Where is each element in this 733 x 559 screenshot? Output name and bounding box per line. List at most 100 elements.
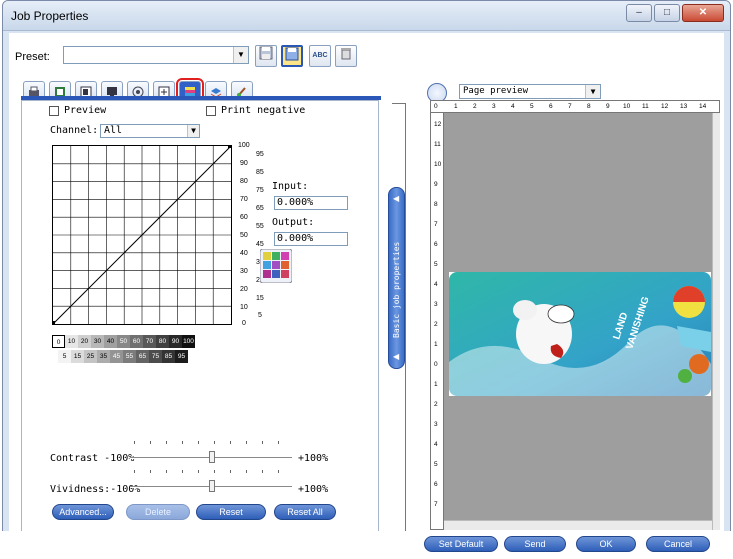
gray-scale-bottom: 5 15 25 35 45 55 65 75 85 95 bbox=[58, 350, 188, 363]
vividness-max-label: +100% bbox=[298, 484, 329, 495]
abc-icon: ABC bbox=[312, 52, 328, 59]
ruler-label: 6 bbox=[434, 481, 438, 488]
send-button[interactable]: Send bbox=[504, 536, 566, 552]
ruler-label: 5 bbox=[434, 261, 438, 268]
scale-label: 20 bbox=[240, 286, 248, 293]
chevron-down-icon[interactable]: ▼ bbox=[233, 47, 248, 63]
gray-step: 70 bbox=[143, 335, 156, 348]
artwork-preview[interactable]: LAND VANISHING bbox=[449, 272, 711, 396]
scale-label: 85 bbox=[256, 169, 264, 176]
footer-bar: Set Default Send OK Cancel bbox=[0, 531, 733, 559]
gray-scale-top: 0 10 20 30 40 50 60 70 80 90 100 bbox=[52, 335, 195, 348]
gray-step: 0 bbox=[52, 335, 65, 348]
floppy-save-icon bbox=[285, 47, 299, 61]
ruler-label: 4 bbox=[434, 281, 438, 288]
scale-label: 80 bbox=[240, 178, 248, 185]
channel-combo[interactable]: All ▼ bbox=[100, 124, 200, 138]
color-palette-icon[interactable] bbox=[260, 249, 292, 283]
reset-button[interactable]: Reset bbox=[196, 504, 266, 520]
ruler-label: 4 bbox=[434, 441, 438, 448]
ruler-label: 2 bbox=[434, 401, 438, 408]
contrast-thumb[interactable] bbox=[209, 451, 215, 463]
curves-panel: Preview Print negative Channel: All ▼ 10… bbox=[21, 100, 379, 556]
gray-step: 65 bbox=[136, 350, 149, 363]
rename-preset-button[interactable]: ABC bbox=[309, 45, 331, 67]
gray-step: 60 bbox=[130, 335, 143, 348]
ruler-label: 2 bbox=[473, 103, 477, 110]
ruler-label: 1 bbox=[434, 341, 438, 348]
preset-combo[interactable]: ▼ bbox=[63, 46, 249, 64]
ruler-label: 10 bbox=[434, 161, 442, 168]
ruler-label: 14 bbox=[699, 103, 707, 110]
channel-label: Channel: bbox=[50, 125, 99, 136]
vividness-thumb[interactable] bbox=[209, 480, 215, 492]
ruler-label: 0 bbox=[434, 103, 438, 110]
preview-checkbox[interactable] bbox=[49, 106, 59, 116]
preview-mode-combo[interactable]: Page preview ▼ bbox=[459, 84, 601, 99]
scale-label: 15 bbox=[256, 295, 264, 302]
gray-step: 95 bbox=[175, 350, 188, 363]
gray-step: 100 bbox=[182, 335, 195, 348]
scale-label: 95 bbox=[256, 151, 264, 158]
ruler-label: 11 bbox=[642, 103, 649, 110]
ruler-label: 3 bbox=[434, 301, 438, 308]
ruler-label: 13 bbox=[680, 103, 688, 110]
delete-preset-button[interactable] bbox=[335, 45, 357, 67]
scale-label: 10 bbox=[240, 304, 248, 311]
gray-step: 50 bbox=[117, 335, 130, 348]
ruler-label: 9 bbox=[434, 181, 438, 188]
close-button[interactable]: ✕ bbox=[682, 4, 724, 22]
expand-left-icon: ◀ bbox=[393, 352, 400, 361]
set-default-button[interactable]: Set Default bbox=[424, 536, 498, 552]
ok-button[interactable]: OK bbox=[576, 536, 636, 552]
print-negative-checkbox[interactable] bbox=[206, 106, 216, 116]
maximize-button[interactable]: □ bbox=[654, 4, 680, 22]
minimize-button[interactable]: – bbox=[626, 4, 652, 22]
cancel-button[interactable]: Cancel bbox=[646, 536, 710, 552]
gray-step: 15 bbox=[71, 350, 84, 363]
scale-label: 60 bbox=[240, 214, 248, 221]
ruler-label: 4 bbox=[511, 103, 515, 110]
ruler-label: 0 bbox=[434, 361, 438, 368]
ruler-label: 11 bbox=[434, 141, 441, 148]
preview-vertical-scrollbar[interactable] bbox=[712, 113, 720, 530]
gray-step: 30 bbox=[91, 335, 104, 348]
scale-label: 90 bbox=[240, 160, 248, 167]
chevron-down-icon[interactable]: ▼ bbox=[585, 85, 600, 98]
save-as-preset-button[interactable] bbox=[281, 45, 303, 67]
save-preset-button[interactable] bbox=[255, 45, 277, 67]
ruler-horizontal: 0 1 2 3 4 5 6 7 8 9 10 11 12 13 14 bbox=[430, 100, 720, 113]
preview-horizontal-scrollbar[interactable] bbox=[444, 520, 712, 530]
input-value-field[interactable]: 0.000% bbox=[274, 196, 348, 210]
gray-step: 75 bbox=[149, 350, 162, 363]
curve-point-start[interactable] bbox=[53, 321, 55, 324]
curve-point-end[interactable] bbox=[228, 146, 231, 148]
scale-label: 40 bbox=[240, 250, 248, 257]
gray-step: 35 bbox=[97, 350, 110, 363]
ruler-label: 5 bbox=[434, 461, 438, 468]
ruler-label: 1 bbox=[454, 103, 458, 110]
scale-label: 65 bbox=[256, 205, 264, 212]
gray-step: 80 bbox=[156, 335, 169, 348]
title-bar[interactable]: Job Properties – □ ✕ bbox=[3, 1, 730, 31]
basic-job-properties-toggle[interactable]: ◀ Basic job properties ◀ bbox=[388, 187, 405, 369]
reset-all-button[interactable]: Reset All bbox=[274, 504, 336, 520]
tone-curve-editor[interactable] bbox=[52, 145, 232, 325]
chevron-down-icon[interactable]: ▼ bbox=[187, 125, 199, 137]
ruler-label: 10 bbox=[623, 103, 631, 110]
gray-step: 10 bbox=[65, 335, 78, 348]
ruler-label: 9 bbox=[606, 103, 610, 110]
output-value-field[interactable]: 0.000% bbox=[274, 232, 348, 246]
advanced-button[interactable]: Advanced... bbox=[52, 504, 114, 520]
gray-step: 40 bbox=[104, 335, 117, 348]
delete-button[interactable]: Delete bbox=[126, 504, 190, 520]
ruler-label: 8 bbox=[587, 103, 591, 110]
scale-label: 30 bbox=[240, 268, 248, 275]
input-label: Input: bbox=[272, 181, 309, 192]
print-negative-label: Print negative bbox=[221, 105, 306, 116]
scale-label: 5 bbox=[258, 312, 262, 319]
ruler-label: 1 bbox=[434, 381, 438, 388]
curve-grid bbox=[53, 146, 231, 324]
ruler-label: 7 bbox=[568, 103, 572, 110]
gray-step: 5 bbox=[58, 350, 71, 363]
